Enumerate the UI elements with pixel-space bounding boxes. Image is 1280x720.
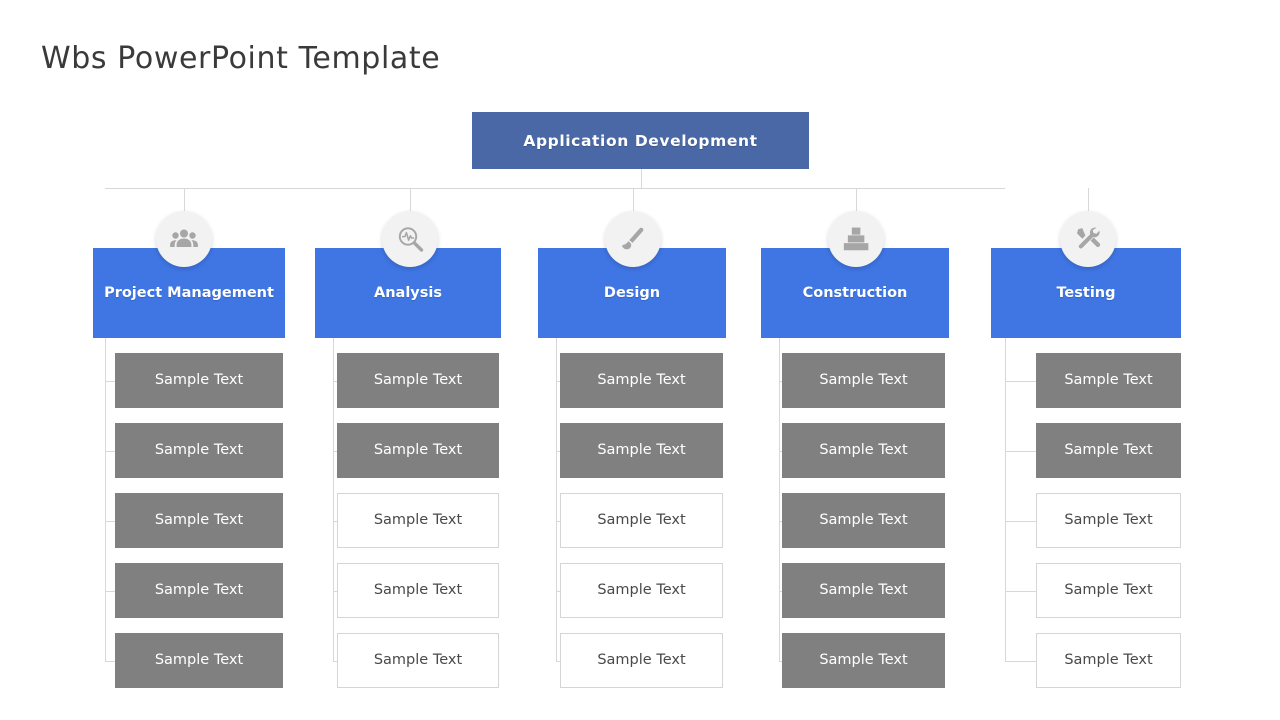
- connector-spine-analysis: [333, 338, 334, 661]
- connector-spine-design: [556, 338, 557, 661]
- paintbrush-icon: [605, 211, 661, 267]
- connector-stub-testing-3: [1005, 590, 1036, 592]
- leaf-node-label: Sample Text: [1064, 442, 1153, 459]
- column-header-label: Analysis: [374, 284, 442, 301]
- leaf-node-testing-5[interactable]: Sample Text: [1036, 633, 1181, 688]
- connector-stub-testing-1: [1005, 450, 1036, 452]
- connector-stub-project-management-1: [105, 450, 115, 452]
- leaf-node-label: Sample Text: [1064, 372, 1153, 389]
- leaf-node-label: Sample Text: [154, 512, 244, 529]
- connector-stub-testing-2: [1005, 520, 1036, 522]
- connector-stub-project-management-4: [105, 660, 115, 662]
- connector-stub-project-management-2: [105, 520, 115, 522]
- column-header-label: Design: [603, 284, 661, 301]
- leaf-node-design-5[interactable]: Sample Text: [560, 633, 723, 688]
- leaf-node-project-management-1[interactable]: Sample Text: [115, 353, 283, 408]
- leaf-node-project-management-2[interactable]: Sample Text: [115, 423, 283, 478]
- page-title: Wbs PowerPoint Template: [41, 41, 441, 76]
- leaf-node-label: Sample Text: [819, 442, 908, 459]
- leaf-node-label: Sample Text: [373, 652, 463, 669]
- leaf-node-analysis-5[interactable]: Sample Text: [337, 633, 499, 688]
- leaf-node-label: Sample Text: [373, 512, 463, 529]
- leaf-node-label: Sample Text: [597, 652, 686, 669]
- root-node-label: Application Development: [523, 131, 758, 150]
- leaf-node-label: Sample Text: [819, 372, 908, 389]
- leaf-node-testing-3[interactable]: Sample Text: [1036, 493, 1181, 548]
- connector-branch-construction: [856, 188, 857, 211]
- connector-branch-design: [633, 188, 634, 211]
- magnifier-pulse-icon: [382, 211, 438, 267]
- tools-cross-icon: [1060, 211, 1116, 267]
- leaf-node-construction-2[interactable]: Sample Text: [782, 423, 945, 478]
- leaf-node-label: Sample Text: [597, 512, 686, 529]
- connector-spine-construction: [779, 338, 780, 661]
- connector-stub-testing-4: [1005, 660, 1036, 662]
- leaf-node-label: Sample Text: [1064, 582, 1153, 599]
- leaf-node-label: Sample Text: [819, 512, 908, 529]
- leaf-node-label: Sample Text: [597, 442, 686, 459]
- connector-stub-project-management-3: [105, 590, 115, 592]
- connector-branch-analysis: [410, 188, 411, 211]
- leaf-node-testing-4[interactable]: Sample Text: [1036, 563, 1181, 618]
- stacked-bricks-icon: [828, 211, 884, 267]
- leaf-node-label: Sample Text: [597, 582, 686, 599]
- leaf-node-project-management-3[interactable]: Sample Text: [115, 493, 283, 548]
- leaf-node-construction-1[interactable]: Sample Text: [782, 353, 945, 408]
- leaf-node-construction-4[interactable]: Sample Text: [782, 563, 945, 618]
- leaf-node-analysis-2[interactable]: Sample Text: [337, 423, 499, 478]
- connector-spine-testing: [1005, 338, 1006, 661]
- leaf-node-testing-1[interactable]: Sample Text: [1036, 353, 1181, 408]
- leaf-node-design-2[interactable]: Sample Text: [560, 423, 723, 478]
- slide-canvas: Wbs PowerPoint Template Application Deve…: [0, 0, 1280, 720]
- leaf-node-label: Sample Text: [373, 582, 463, 599]
- connector-branch-project-management: [184, 188, 185, 211]
- connector-bus: [105, 188, 1005, 189]
- leaf-node-design-3[interactable]: Sample Text: [560, 493, 723, 548]
- leaf-node-design-1[interactable]: Sample Text: [560, 353, 723, 408]
- connector-stub-project-management-0: [105, 380, 115, 382]
- people-group-icon: [156, 211, 212, 267]
- leaf-node-label: Sample Text: [819, 582, 908, 599]
- leaf-node-project-management-5[interactable]: Sample Text: [115, 633, 283, 688]
- column-header-label: Project Management: [104, 284, 274, 301]
- leaf-node-label: Sample Text: [373, 372, 463, 389]
- leaf-node-construction-5[interactable]: Sample Text: [782, 633, 945, 688]
- leaf-node-label: Sample Text: [819, 652, 908, 669]
- leaf-node-analysis-1[interactable]: Sample Text: [337, 353, 499, 408]
- column-header-label: Testing: [1056, 284, 1116, 301]
- leaf-node-label: Sample Text: [597, 372, 686, 389]
- leaf-node-construction-3[interactable]: Sample Text: [782, 493, 945, 548]
- root-node[interactable]: Application Development: [472, 112, 809, 169]
- leaf-node-label: Sample Text: [154, 582, 244, 599]
- connector-spine-project-management: [105, 338, 106, 661]
- leaf-node-analysis-3[interactable]: Sample Text: [337, 493, 499, 548]
- leaf-node-label: Sample Text: [154, 442, 244, 459]
- connector-root-stem: [640, 169, 642, 188]
- leaf-node-analysis-4[interactable]: Sample Text: [337, 563, 499, 618]
- leaf-node-label: Sample Text: [373, 442, 463, 459]
- leaf-node-design-4[interactable]: Sample Text: [560, 563, 723, 618]
- leaf-node-label: Sample Text: [1064, 652, 1153, 669]
- leaf-node-label: Sample Text: [154, 652, 244, 669]
- connector-stub-testing-0: [1005, 380, 1036, 382]
- leaf-node-project-management-4[interactable]: Sample Text: [115, 563, 283, 618]
- column-header-label: Construction: [802, 284, 908, 301]
- connector-branch-testing: [1088, 188, 1089, 211]
- leaf-node-testing-2[interactable]: Sample Text: [1036, 423, 1181, 478]
- leaf-node-label: Sample Text: [154, 372, 244, 389]
- leaf-node-label: Sample Text: [1064, 512, 1153, 529]
